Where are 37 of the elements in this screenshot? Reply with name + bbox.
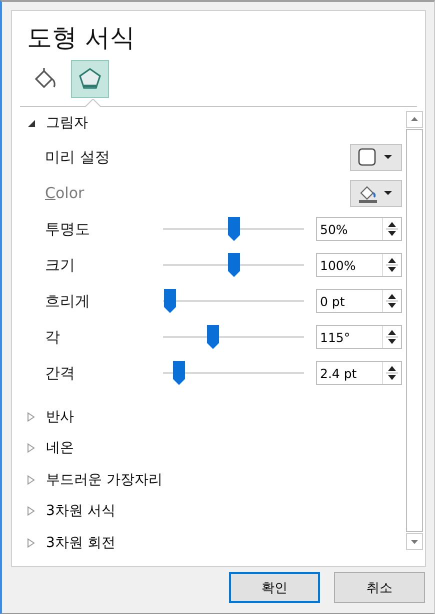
pentagon-icon <box>77 66 103 92</box>
ok-button[interactable]: 확인 <box>229 572 320 603</box>
scroll-up-icon[interactable] <box>406 111 423 128</box>
collapse-icon[interactable] <box>26 118 36 128</box>
expand-icon[interactable] <box>26 506 36 516</box>
spin-field[interactable]: 50% <box>316 217 402 241</box>
section-title[interactable]: 3차원 서식 <box>46 502 116 520</box>
expand-icon[interactable] <box>26 474 36 485</box>
effects-tab[interactable] <box>71 60 109 98</box>
slider-thumb[interactable] <box>226 252 240 278</box>
slider-thumb[interactable] <box>172 360 186 386</box>
spin-field[interactable]: 2.4 pt <box>316 361 402 385</box>
slider-thumb[interactable] <box>226 216 240 242</box>
section-title[interactable]: 네온 <box>46 439 74 458</box>
section-title[interactable]: 반사 <box>46 408 74 426</box>
expand-icon[interactable] <box>26 412 36 422</box>
spin-field[interactable]: 115° <box>316 325 402 349</box>
slider-label: 각 <box>45 328 61 346</box>
color-label: Color <box>45 184 86 202</box>
slider-label: 간격 <box>45 364 76 382</box>
section-title[interactable]: 3차원 회전 <box>46 534 116 552</box>
preset-label: 미리 설정 <box>45 148 111 166</box>
preset-dropdown[interactable] <box>350 144 402 170</box>
spin-field[interactable]: 100% <box>316 253 402 277</box>
slider-thumb[interactable] <box>163 288 177 314</box>
section-title[interactable]: 그림자 <box>46 114 88 132</box>
spin-field[interactable]: 0 pt <box>316 289 402 313</box>
panel-title: 도형 서식 <box>26 22 136 54</box>
slider-label: 흐리게 <box>45 292 91 310</box>
expand-icon[interactable] <box>26 443 36 454</box>
scroll-down-icon[interactable] <box>406 533 423 550</box>
slider-label: 투명도 <box>45 220 91 238</box>
cancel-button[interactable]: 취소 <box>334 572 425 603</box>
section-title[interactable]: 부드러운 가장자리 <box>46 470 162 489</box>
slider-label: 크기 <box>45 256 76 274</box>
slider-thumb[interactable] <box>206 324 220 350</box>
expand-icon[interactable] <box>26 538 36 548</box>
